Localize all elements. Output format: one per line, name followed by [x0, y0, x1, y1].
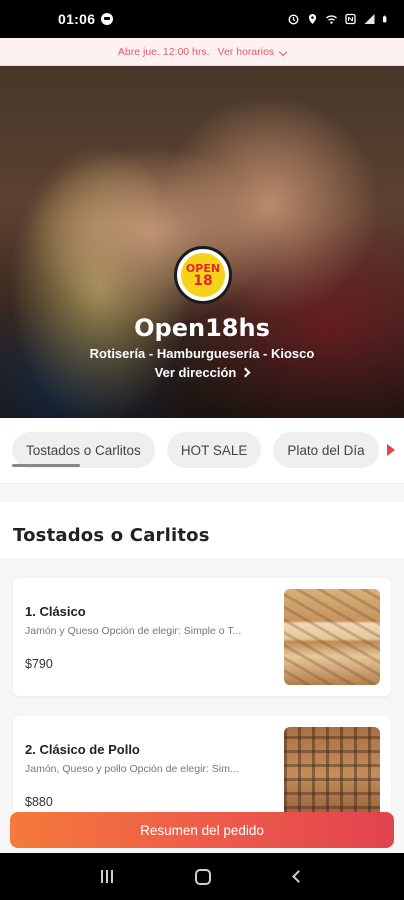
product-price: $880: [25, 795, 53, 809]
home-icon[interactable]: [195, 868, 212, 885]
section-divider: [0, 484, 404, 502]
product-description: Jamón, Queso y pollo Opción de elegir: S…: [25, 763, 239, 775]
logo-text-open: OPEN: [185, 261, 221, 275]
circle-notification-icon: [101, 13, 114, 25]
product-image: [284, 589, 380, 685]
system-navigation-bar: [0, 853, 404, 900]
status-time: 01:06: [58, 11, 96, 27]
active-tab-indicator: [12, 464, 80, 467]
alarm-icon: [288, 14, 299, 25]
category-tabs-bar: Tostados o Carlitos HOT SALE Plato del D…: [0, 418, 404, 484]
view-schedule-label: Ver horarios: [217, 45, 275, 58]
view-address-link[interactable]: Ver dirección: [0, 365, 404, 380]
logo-text-18: 18: [193, 272, 213, 289]
order-summary-button[interactable]: Resumen del pedido: [10, 812, 394, 848]
product-price: $790: [25, 657, 53, 671]
product-image: [284, 727, 380, 823]
product-name: 2. Clásico de Pollo: [25, 742, 140, 757]
back-icon[interactable]: [291, 870, 305, 883]
category-tabs: Tostados o Carlitos HOT SALE Plato del D…: [12, 432, 379, 468]
store-logo-badge: OPEN 18: [181, 253, 225, 297]
product-card[interactable]: 1. Clásico Jamón y Queso Opción de elegi…: [13, 578, 391, 696]
opening-hours-bar[interactable]: Abre jue. 12:00 hrs. Ver horarios: [0, 38, 404, 66]
store-name: Open18hs: [134, 314, 270, 342]
product-name: 1. Clásico: [25, 604, 86, 619]
opening-hours-text: Abre jue. 12:00 hrs.: [117, 45, 210, 58]
tab-hot-sale[interactable]: HOT SALE: [166, 432, 262, 468]
signal-icon: [364, 14, 375, 24]
scroll-right-arrow-icon[interactable]: [387, 444, 395, 456]
tab-tostados-o-carlitos[interactable]: Tostados o Carlitos: [12, 432, 155, 468]
nfc-icon: [345, 13, 356, 25]
view-schedule-link[interactable]: Ver horarios: [217, 45, 288, 58]
section-title: Tostados o Carlitos: [13, 525, 210, 546]
status-icons: [287, 13, 390, 25]
status-bar: 01:06: [0, 0, 404, 38]
battery-icon: [383, 15, 387, 23]
chevron-down-icon: [278, 47, 288, 56]
recents-icon[interactable]: [101, 870, 114, 883]
product-description: Jamón y Queso Opción de elegir: Simple o…: [25, 625, 242, 637]
tab-plato-del-dia[interactable]: Plato del Día: [273, 432, 379, 468]
store-logo: OPEN 18: [174, 246, 232, 304]
store-hero-image: OPEN 18 Open18hs Rotisería - Hamburguese…: [0, 66, 404, 418]
store-categories: Rotisería - Hamburguesería - Kiosco: [89, 346, 315, 361]
chevron-right-icon: [240, 367, 251, 378]
view-address-label: Ver dirección: [154, 365, 237, 380]
location-icon: [308, 14, 317, 24]
wifi-icon: [326, 15, 337, 24]
